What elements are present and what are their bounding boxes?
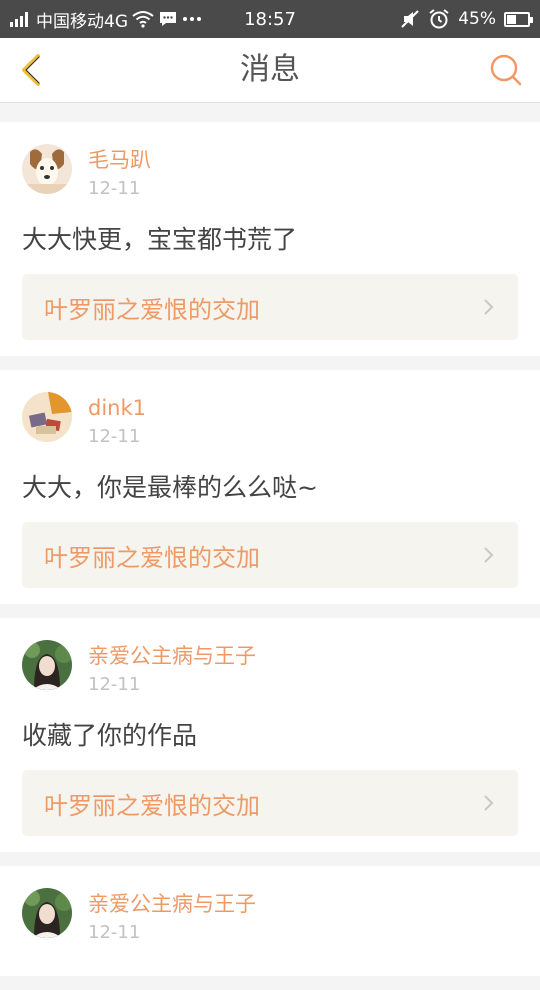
message-content: 收藏了你的作品 <box>22 721 198 750</box>
girl-photo-avatar[interactable] <box>22 640 72 690</box>
chevron-right-icon <box>484 299 494 315</box>
page-title: 消息 <box>240 52 300 87</box>
message-date: 12-11 <box>88 426 141 447</box>
book-link[interactable]: 叶罗丽之爱恨的交加 <box>22 274 518 340</box>
message-meta: 亲爱公主病与王子 12-11 <box>88 640 256 698</box>
wifi-icon <box>132 11 154 28</box>
message-content: 大大，你是最棒的么么哒~ <box>22 473 318 502</box>
mute-icon <box>401 10 419 28</box>
username[interactable]: 亲爱公主病与王子 <box>88 890 256 918</box>
book-link[interactable]: 叶罗丽之爱恨的交加 <box>22 522 518 588</box>
message-icon <box>160 12 176 26</box>
status-bar: 中国移动4G 18:57 45% <box>0 0 540 38</box>
message-meta: dink1 12-11 <box>88 392 146 450</box>
signal-icon <box>10 11 28 27</box>
book-title: 叶罗丽之爱恨的交加 <box>44 295 260 324</box>
message-card: 亲爱公主病与王子 12-11 收藏了你的作品 叶罗丽之爱恨的交加 <box>0 618 540 852</box>
message-date: 12-11 <box>88 674 141 695</box>
girl-photo-avatar[interactable] <box>22 888 72 938</box>
battery-icon <box>504 11 533 27</box>
message-meta: 毛马趴 12-11 <box>88 144 151 202</box>
book-link[interactable]: 叶罗丽之爱恨的交加 <box>22 770 518 836</box>
search-icon[interactable] <box>484 48 528 92</box>
message-content: 大大快更，宝宝都书荒了 <box>22 225 298 254</box>
message-list: 毛马趴 12-11 大大快更，宝宝都书荒了 叶罗丽之爱恨的交加 dink1 12… <box>0 122 540 990</box>
alarm-icon <box>429 9 449 29</box>
message-card: 毛马趴 12-11 大大快更，宝宝都书荒了 叶罗丽之爱恨的交加 <box>0 122 540 356</box>
battery-label: 45% <box>458 9 496 29</box>
message-meta: 亲爱公主病与王子 12-11 <box>88 888 256 946</box>
username[interactable]: dink1 <box>88 394 146 422</box>
message-date: 12-11 <box>88 922 141 943</box>
chevron-right-icon <box>484 547 494 563</box>
carrier-label: 中国移动4G <box>36 11 128 32</box>
scenery-photo-avatar[interactable] <box>22 392 72 442</box>
username[interactable]: 亲爱公主病与王子 <box>88 642 256 670</box>
nav-bar: 消息 <box>0 38 540 103</box>
book-title: 叶罗丽之爱恨的交加 <box>44 791 260 820</box>
more-dots-icon <box>183 17 201 21</box>
status-left: 中国移动4G <box>0 7 202 32</box>
message-date: 12-11 <box>88 178 141 199</box>
status-right: 45% <box>400 8 540 30</box>
message-card: dink1 12-11 大大，你是最棒的么么哒~ 叶罗丽之爱恨的交加 <box>0 370 540 604</box>
username[interactable]: 毛马趴 <box>88 146 151 174</box>
book-title: 叶罗丽之爱恨的交加 <box>44 543 260 572</box>
chevron-right-icon <box>484 795 494 811</box>
dog-photo-avatar[interactable] <box>22 144 72 194</box>
